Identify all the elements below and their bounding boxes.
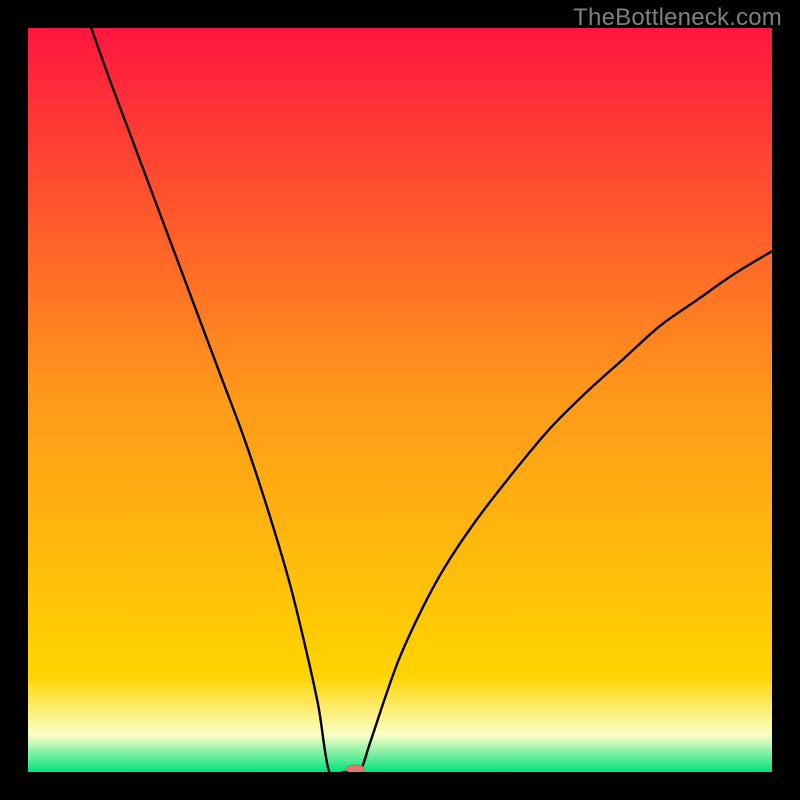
- chart-svg: [28, 28, 772, 772]
- gradient-background: [28, 28, 772, 772]
- plot-area: [28, 28, 772, 772]
- minimum-marker: [346, 765, 364, 772]
- outer-frame: TheBottleneck.com: [0, 0, 800, 800]
